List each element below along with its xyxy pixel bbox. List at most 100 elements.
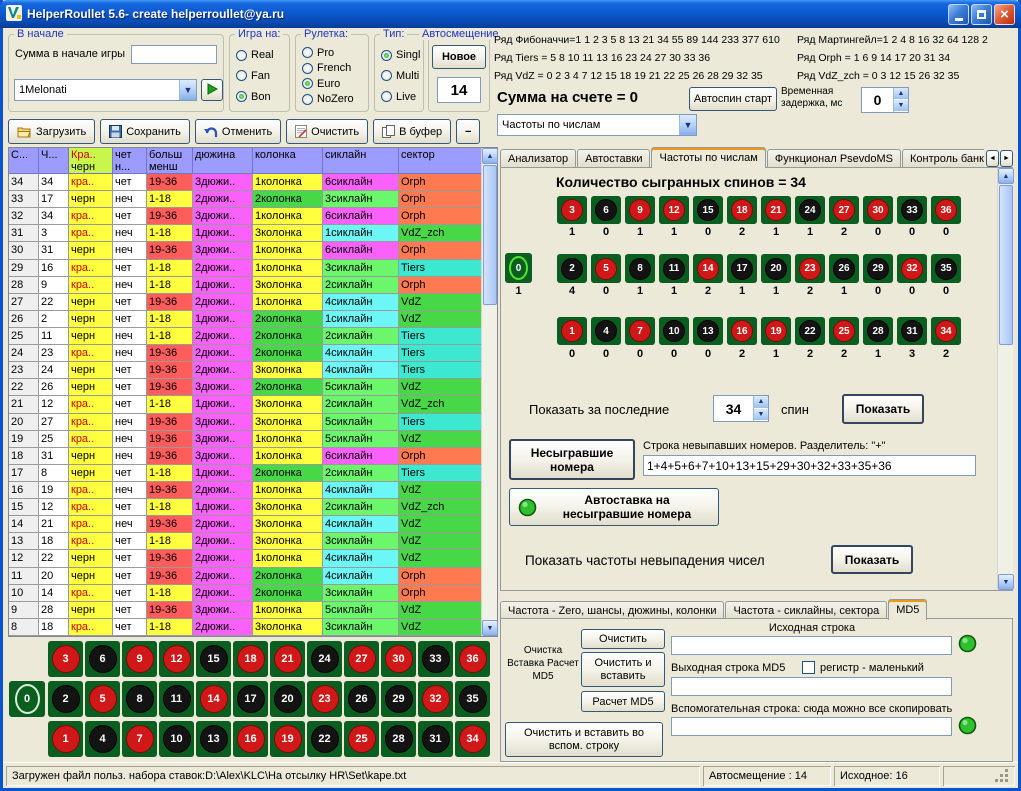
panel-scrollbar[interactable]: ▲ ▼ bbox=[997, 168, 1013, 590]
spin-row[interactable]: 289кра..неч1-181дюжи..3колонка2сиклайнOr… bbox=[9, 277, 497, 294]
number-tile-18[interactable]: 18 bbox=[233, 641, 268, 677]
spin-row[interactable]: 1619кра..неч19-362дюжи..1колонка4сиклайн… bbox=[9, 482, 497, 499]
number-tile-34[interactable]: 34 bbox=[931, 317, 961, 345]
number-tile-30[interactable]: 30 bbox=[381, 641, 416, 677]
number-tile-4[interactable]: 4 bbox=[85, 721, 120, 757]
load-button[interactable]: Загрузить bbox=[8, 119, 95, 144]
spin-row[interactable]: 1318кра..чет1-182дюжи..3колонка3сиклайнV… bbox=[9, 533, 497, 550]
spin-up-icon[interactable]: ▲ bbox=[894, 88, 908, 100]
number-tile-19[interactable]: 19 bbox=[761, 317, 791, 345]
scroll-thumb[interactable] bbox=[999, 185, 1013, 345]
md5-source-action-button[interactable] bbox=[958, 634, 978, 654]
md5-output-input[interactable] bbox=[671, 677, 952, 696]
number-tile-13[interactable]: 13 bbox=[693, 317, 723, 345]
number-tile-26[interactable]: 26 bbox=[344, 681, 379, 717]
lowercase-register-checkbox[interactable] bbox=[802, 661, 815, 674]
radio-option-live[interactable]: Live bbox=[381, 91, 421, 103]
maximize-button[interactable] bbox=[971, 4, 992, 25]
number-tile-33[interactable]: 33 bbox=[418, 641, 453, 677]
preset-combobox[interactable]: 1Melonati ▼ bbox=[14, 79, 197, 101]
radio-option-french[interactable]: French bbox=[302, 62, 366, 74]
minimize-button[interactable] bbox=[948, 4, 969, 25]
spin-row[interactable]: 2916кра..чет1-182дюжи..1колонка3сиклайнT… bbox=[9, 260, 497, 277]
radio-option-euro[interactable]: Euro bbox=[302, 78, 366, 90]
missed-numbers-input[interactable] bbox=[643, 455, 976, 476]
number-tile-30[interactable]: 30 bbox=[863, 196, 893, 224]
number-tile-24[interactable]: 24 bbox=[307, 641, 342, 677]
spin-down-icon[interactable]: ▼ bbox=[894, 100, 908, 112]
number-tile-2[interactable]: 2 bbox=[48, 681, 83, 717]
tab-scroll-left-icon[interactable]: ◄ bbox=[986, 150, 999, 167]
spin-row[interactable]: 178чернчет1-181дюжи..2колонка2сиклайнTie… bbox=[9, 465, 497, 482]
spin-down-icon[interactable]: ▼ bbox=[754, 409, 768, 422]
number-tile-27[interactable]: 27 bbox=[344, 641, 379, 677]
spin-row[interactable]: 2722чернчет19-362дюжи..1колонка4сиклайнV… bbox=[9, 294, 497, 311]
number-tile-16[interactable]: 16 bbox=[233, 721, 268, 757]
show-button[interactable]: Показать bbox=[842, 394, 924, 424]
number-tile-28[interactable]: 28 bbox=[863, 317, 893, 345]
md5-aux-action-button[interactable] bbox=[958, 716, 978, 736]
number-tile-8[interactable]: 8 bbox=[625, 254, 655, 283]
number-tile-4[interactable]: 4 bbox=[591, 317, 621, 345]
number-tile-1[interactable]: 1 bbox=[557, 317, 587, 345]
number-tile-27[interactable]: 27 bbox=[829, 196, 859, 224]
undo-button[interactable]: Отменить bbox=[195, 119, 281, 144]
number-tile-23[interactable]: 23 bbox=[795, 254, 825, 283]
number-tile-11[interactable]: 11 bbox=[659, 254, 689, 283]
number-tile-24[interactable]: 24 bbox=[795, 196, 825, 224]
number-tile-17[interactable]: 17 bbox=[727, 254, 757, 283]
number-tile-3[interactable]: 3 bbox=[48, 641, 83, 677]
number-tile-7[interactable]: 7 bbox=[122, 721, 157, 757]
number-tile-15[interactable]: 15 bbox=[196, 641, 231, 677]
scroll-down-icon[interactable]: ▼ bbox=[998, 574, 1014, 590]
md5-source-input[interactable] bbox=[671, 636, 952, 655]
number-tile-29[interactable]: 29 bbox=[863, 254, 893, 283]
md5-clear-button[interactable]: Очистить bbox=[581, 629, 665, 649]
number-tile-21[interactable]: 21 bbox=[761, 196, 791, 224]
tab-analysis-3[interactable]: Функционал PsevdoMS bbox=[767, 149, 901, 168]
number-tile-25[interactable]: 25 bbox=[829, 317, 859, 345]
radio-option-bon[interactable]: Bon bbox=[236, 91, 287, 103]
missed-numbers-button[interactable]: Несыгравшие номера bbox=[509, 439, 635, 480]
number-tile-17[interactable]: 17 bbox=[233, 681, 268, 717]
show-missed-freq-button[interactable]: Показать bbox=[831, 545, 913, 574]
table-scrollbar[interactable]: ▲ ▼ bbox=[481, 148, 497, 636]
number-tile-35[interactable]: 35 bbox=[931, 254, 961, 283]
new-shift-button[interactable]: Новое bbox=[432, 45, 486, 69]
spin-row[interactable]: 3317черннеч1-182дюжи..2колонка3сиклайнOr… bbox=[9, 191, 497, 208]
tab-analysis-0[interactable]: Анализатор bbox=[500, 149, 576, 168]
number-tile-22[interactable]: 22 bbox=[307, 721, 342, 757]
number-tile-23[interactable]: 23 bbox=[307, 681, 342, 717]
number-tile-26[interactable]: 26 bbox=[829, 254, 859, 283]
radio-option-singl[interactable]: Singl bbox=[381, 49, 421, 61]
number-tile-32[interactable]: 32 bbox=[418, 681, 453, 717]
number-tile-11[interactable]: 11 bbox=[159, 681, 194, 717]
number-tile-13[interactable]: 13 bbox=[196, 721, 231, 757]
number-tile-31[interactable]: 31 bbox=[418, 721, 453, 757]
start-sum-input[interactable] bbox=[131, 45, 217, 64]
number-tile-6[interactable]: 6 bbox=[591, 196, 621, 224]
play-button[interactable] bbox=[201, 79, 223, 101]
radio-option-multi[interactable]: Multi bbox=[381, 70, 421, 82]
spin-row[interactable]: 1831черннеч19-363дюжи..1колонка6сиклайнO… bbox=[9, 448, 497, 465]
spin-row[interactable]: 3234кра..чет19-363дюжи..1колонка6сиклайн… bbox=[9, 208, 497, 225]
number-tile-10[interactable]: 10 bbox=[659, 317, 689, 345]
radio-option-nozero[interactable]: NoZero bbox=[302, 93, 366, 105]
close-button[interactable]: × bbox=[994, 4, 1015, 25]
md5-clear-paste-button[interactable]: Очистить и вставить bbox=[581, 652, 665, 687]
number-tile-3[interactable]: 3 bbox=[557, 196, 587, 224]
md5-calc-button[interactable]: Расчет MD5 bbox=[581, 691, 665, 712]
number-tile-5[interactable]: 5 bbox=[591, 254, 621, 283]
tab-frequency-2[interactable]: MD5 bbox=[888, 599, 927, 620]
save-button[interactable]: Сохранить bbox=[100, 119, 190, 144]
tab-analysis-4[interactable]: Контроль банкр bbox=[902, 149, 984, 168]
radio-option-real[interactable]: Real bbox=[236, 49, 287, 61]
spin-row[interactable]: 1014кра..чет1-182дюжи..2колонка3сиклайнO… bbox=[9, 585, 497, 602]
scroll-down-icon[interactable]: ▼ bbox=[482, 620, 498, 636]
number-tile-10[interactable]: 10 bbox=[159, 721, 194, 757]
md5-clear-paste-aux-button[interactable]: Очистить и вставить во вспом. строку bbox=[505, 722, 663, 757]
collapse-button[interactable]: − bbox=[456, 119, 480, 144]
resize-grip[interactable] bbox=[995, 769, 1009, 783]
number-tile-29[interactable]: 29 bbox=[381, 681, 416, 717]
number-tile-0[interactable]: 0 bbox=[505, 253, 532, 283]
